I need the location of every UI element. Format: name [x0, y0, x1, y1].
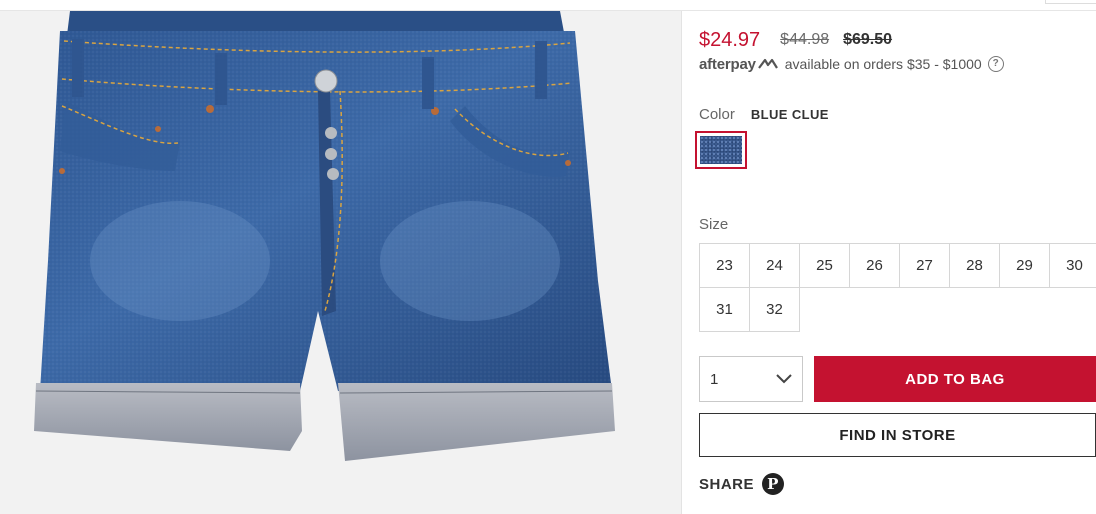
help-icon[interactable]: ? [987, 56, 1004, 72]
size-option[interactable]: 28 [949, 243, 1000, 288]
selected-color-name: BLUE CLUE [750, 106, 829, 122]
size-option[interactable]: 32 [749, 287, 800, 332]
product-image[interactable] [0, 11, 681, 514]
chevron-down-icon [776, 374, 792, 384]
original-price: $69.50 [843, 31, 893, 48]
size-option[interactable]: 23 [699, 243, 750, 288]
share-label: SHARE [699, 475, 755, 493]
sale-price: $24.97 [699, 28, 761, 51]
product-details-panel: $24.97 $44.98 $69.50 afterpay available … [682, 11, 1096, 514]
afterpay-arrows-icon [757, 58, 778, 69]
color-row: Color BLUE CLUE [699, 105, 829, 123]
size-option[interactable]: 31 [699, 287, 750, 332]
top-border [0, 0, 1096, 11]
size-option[interactable]: 27 [899, 243, 950, 288]
size-option[interactable]: 24 [749, 243, 800, 288]
share-row: SHARE P [699, 473, 785, 495]
afterpay-text: available on orders $35 - $1000 [784, 56, 982, 72]
size-option[interactable]: 25 [799, 243, 850, 288]
size-option[interactable]: 26 [849, 243, 900, 288]
find-in-store-button[interactable]: FIND IN STORE [699, 413, 1096, 457]
denim-shorts-illustration [34, 11, 615, 461]
size-grid: 23 24 25 26 27 28 29 30 31 32 [699, 243, 1096, 332]
color-swatch-blue-clue[interactable] [695, 131, 747, 169]
quantity-select[interactable]: 1 [699, 356, 803, 402]
size-label: Size [699, 216, 729, 233]
pinterest-icon[interactable]: P [762, 473, 785, 495]
previous-price: $44.98 [780, 31, 830, 48]
size-option[interactable]: 30 [1049, 243, 1096, 288]
color-label: Color [699, 105, 735, 123]
afterpay-logo-text: afterpay [699, 55, 756, 73]
afterpay-logo: afterpay [699, 56, 779, 73]
size-option[interactable]: 29 [999, 243, 1050, 288]
add-to-bag-button[interactable]: ADD TO BAG [814, 356, 1096, 402]
quantity-value: 1 [710, 370, 719, 388]
header-corner-element [1045, 0, 1096, 4]
price-row: $24.97 $44.98 $69.50 [699, 28, 892, 52]
swatch-fabric [700, 136, 742, 164]
afterpay-row: afterpay available on orders $35 - $1000… [699, 55, 1004, 73]
